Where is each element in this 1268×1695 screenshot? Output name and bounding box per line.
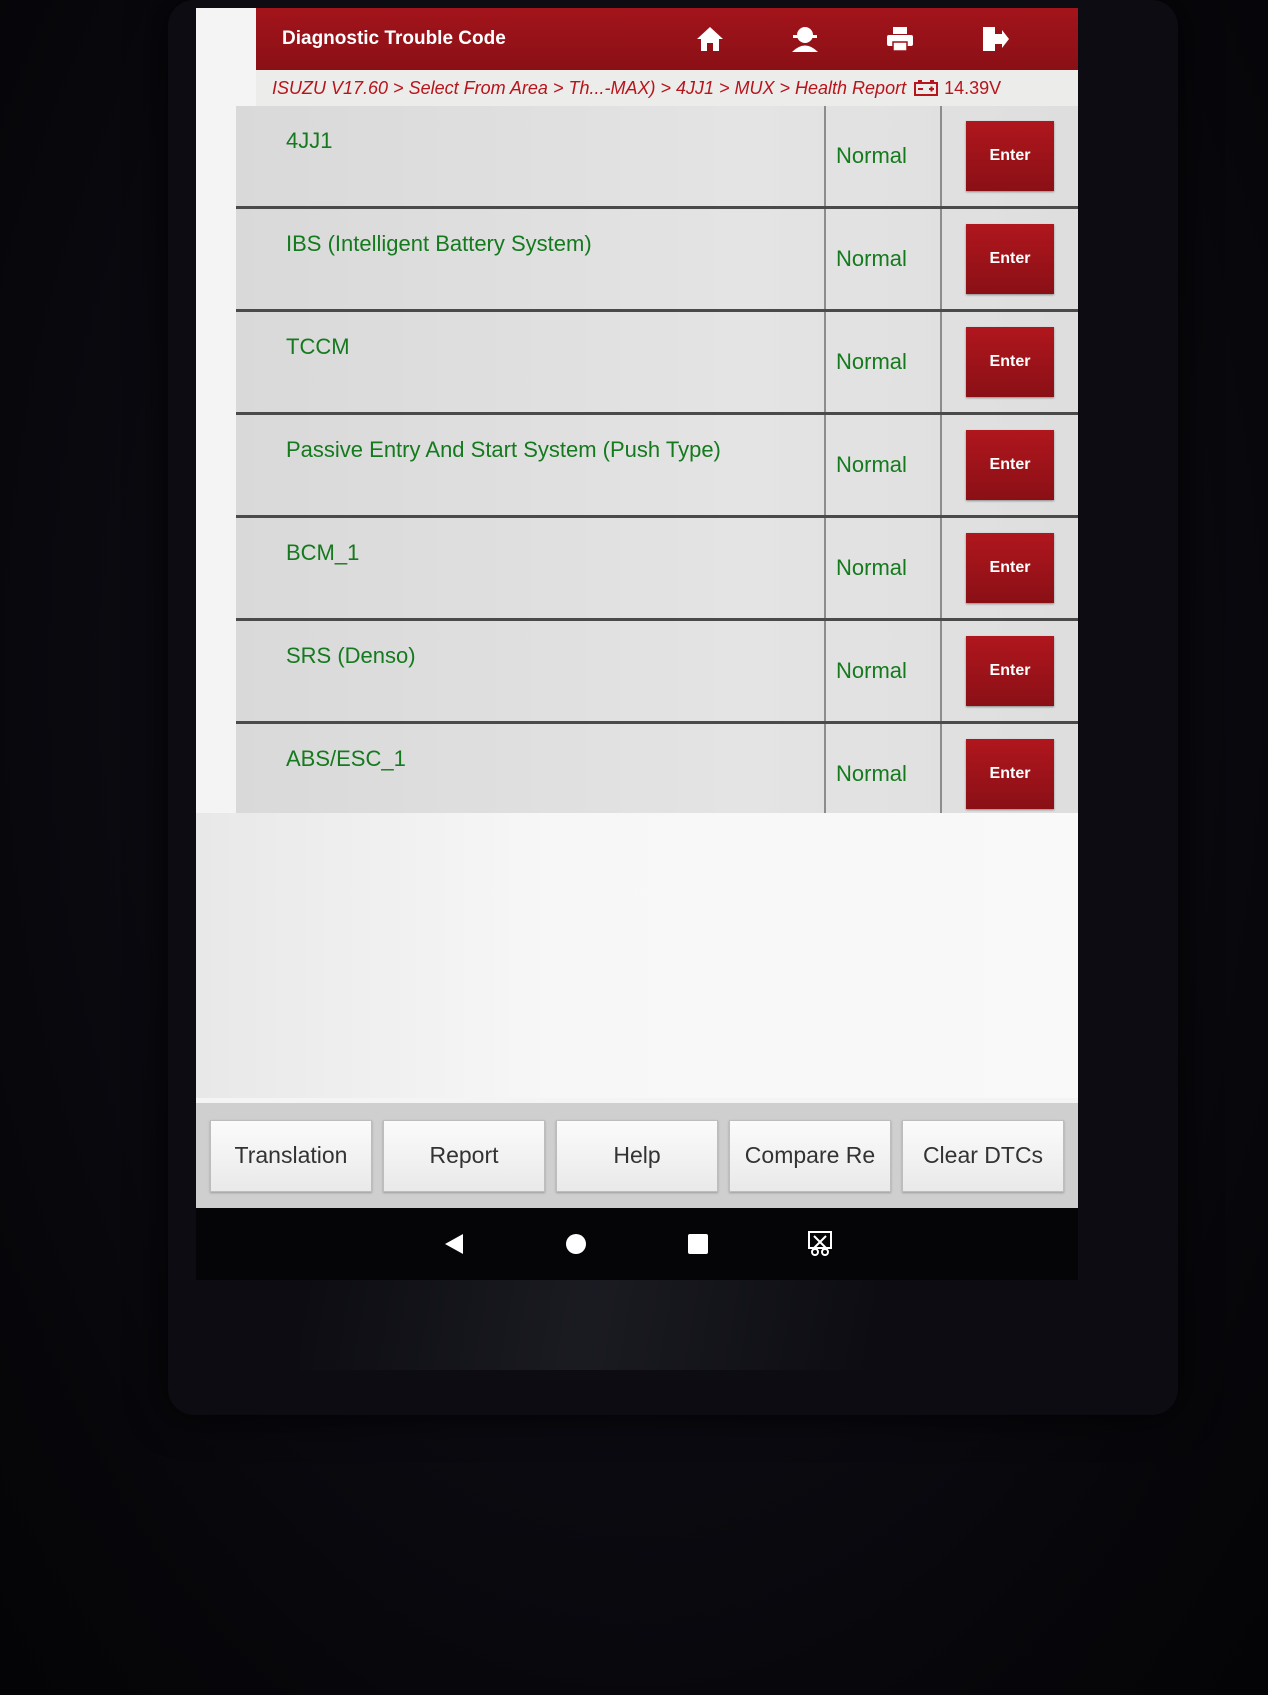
system-name: IBS (Intelligent Battery System)	[286, 231, 592, 256]
enter-button[interactable]: Enter	[966, 739, 1054, 809]
table-row: IBS (Intelligent Battery System) Normal …	[236, 209, 1078, 312]
screenshot-icon[interactable]	[800, 1224, 840, 1264]
back-icon[interactable]	[434, 1224, 474, 1264]
print-icon[interactable]	[852, 8, 947, 70]
action-cell: Enter	[942, 312, 1078, 412]
system-status: Normal	[824, 312, 942, 412]
table-row: Passive Entry And Start System (Push Typ…	[236, 415, 1078, 518]
enter-button[interactable]: Enter	[966, 636, 1054, 706]
system-name: SRS (Denso)	[286, 643, 416, 668]
breadcrumb: ISUZU V17.60 > Select From Area > Th...-…	[256, 70, 1078, 107]
user-icon[interactable]	[757, 8, 852, 70]
home-circle-icon[interactable]	[556, 1224, 596, 1264]
help-button[interactable]: Help	[556, 1119, 718, 1192]
system-status: Normal	[824, 415, 942, 515]
title-bar: Diagnostic Trouble Code	[256, 8, 1078, 70]
bottom-toolbar: Translation Report Help Compare Re Clear…	[196, 1103, 1078, 1208]
empty-list-area	[196, 813, 1078, 1098]
screen-reflection	[300, 1280, 1020, 1370]
android-nav-bar	[196, 1208, 1078, 1280]
system-status: Normal	[824, 518, 942, 618]
enter-button[interactable]: Enter	[966, 327, 1054, 397]
recent-apps-icon[interactable]	[678, 1224, 718, 1264]
action-cell: Enter	[942, 415, 1078, 515]
action-cell: Enter	[942, 209, 1078, 309]
voltage-readout: 14.39V	[944, 77, 1002, 98]
enter-button[interactable]: Enter	[966, 224, 1054, 294]
page-title: Diagnostic Trouble Code	[282, 28, 506, 49]
compare-report-button[interactable]: Compare Re	[729, 1119, 891, 1192]
action-cell: Enter	[942, 518, 1078, 618]
system-name: Passive Entry And Start System (Push Typ…	[286, 437, 721, 462]
system-status: Normal	[824, 209, 942, 309]
translation-button[interactable]: Translation	[210, 1119, 372, 1192]
tablet-screen: Diagnostic Trouble Code ISUZU V17.60 > S…	[196, 8, 1078, 1208]
home-icon[interactable]	[662, 8, 757, 70]
clear-dtcs-button[interactable]: Clear DTCs	[902, 1119, 1064, 1192]
table-row: SRS (Denso) Normal Enter	[236, 621, 1078, 724]
action-cell: Enter	[942, 724, 1078, 824]
system-name: 4JJ1	[286, 128, 333, 153]
system-name: ABS/ESC_1	[286, 746, 406, 771]
action-cell: Enter	[942, 621, 1078, 721]
battery-icon: 14.39V	[914, 78, 1001, 99]
system-status: Normal	[824, 621, 942, 721]
table-row: 4JJ1 Normal Enter	[236, 106, 1078, 209]
action-cell: Enter	[942, 106, 1078, 206]
exit-icon[interactable]	[947, 8, 1042, 70]
table-row: ABS/ESC_1 Normal Enter	[236, 724, 1078, 827]
system-name: TCCM	[286, 334, 350, 359]
system-name: BCM_1	[286, 540, 360, 565]
report-button[interactable]: Report	[383, 1119, 545, 1192]
enter-button[interactable]: Enter	[966, 533, 1054, 603]
system-status: Normal	[824, 724, 942, 824]
table-row: TCCM Normal Enter	[236, 312, 1078, 415]
enter-button[interactable]: Enter	[966, 430, 1054, 500]
breadcrumb-path: ISUZU V17.60 > Select From Area > Th...-…	[272, 77, 907, 98]
enter-button[interactable]: Enter	[966, 121, 1054, 191]
system-table: 4JJ1 Normal Enter IBS (Intelligent Batte…	[236, 106, 1078, 827]
table-row: BCM_1 Normal Enter	[236, 518, 1078, 621]
photo-background: Diagnostic Trouble Code ISUZU V17.60 > S…	[0, 0, 1268, 1695]
system-status: Normal	[824, 106, 942, 206]
